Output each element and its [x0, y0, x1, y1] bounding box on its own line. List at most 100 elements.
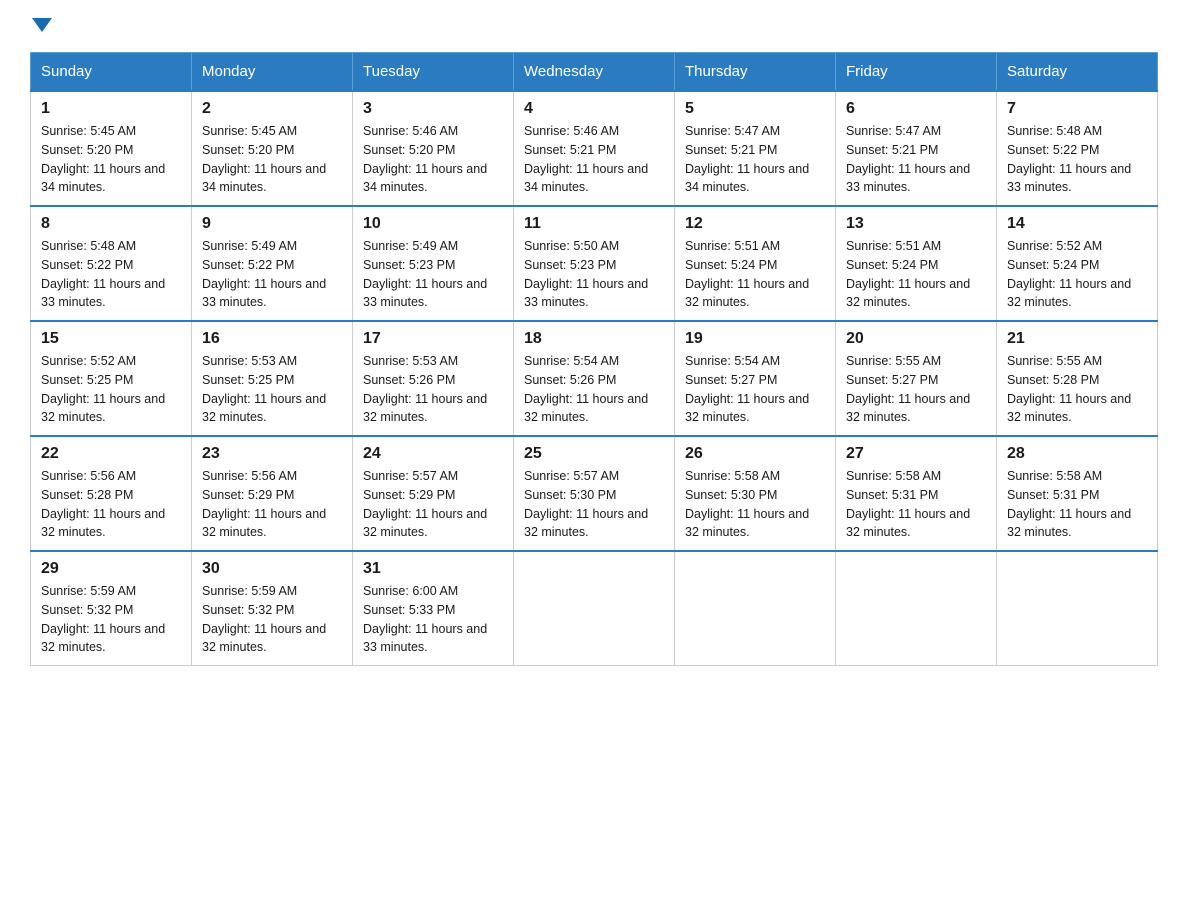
day-info: Sunrise: 5:48 AM Sunset: 5:22 PM Dayligh… [1007, 122, 1147, 197]
day-number: 1 [41, 100, 181, 118]
day-info: Sunrise: 5:57 AM Sunset: 5:30 PM Dayligh… [524, 467, 664, 542]
week-row-1: 1 Sunrise: 5:45 AM Sunset: 5:20 PM Dayli… [31, 91, 1158, 206]
day-info: Sunrise: 5:51 AM Sunset: 5:24 PM Dayligh… [685, 237, 825, 312]
day-info: Sunrise: 5:55 AM Sunset: 5:28 PM Dayligh… [1007, 352, 1147, 427]
week-row-4: 22 Sunrise: 5:56 AM Sunset: 5:28 PM Dayl… [31, 436, 1158, 551]
day-number: 30 [202, 560, 342, 578]
calendar-cell [997, 551, 1158, 666]
week-row-5: 29 Sunrise: 5:59 AM Sunset: 5:32 PM Dayl… [31, 551, 1158, 666]
day-number: 13 [846, 215, 986, 233]
calendar-cell: 4 Sunrise: 5:46 AM Sunset: 5:21 PM Dayli… [514, 91, 675, 206]
page-header [30, 20, 1158, 34]
day-info: Sunrise: 5:54 AM Sunset: 5:26 PM Dayligh… [524, 352, 664, 427]
day-info: Sunrise: 5:52 AM Sunset: 5:24 PM Dayligh… [1007, 237, 1147, 312]
weekday-header-saturday: Saturday [997, 53, 1158, 92]
day-number: 5 [685, 100, 825, 118]
day-info: Sunrise: 5:59 AM Sunset: 5:32 PM Dayligh… [202, 582, 342, 657]
day-number: 3 [363, 100, 503, 118]
day-number: 7 [1007, 100, 1147, 118]
calendar-cell: 9 Sunrise: 5:49 AM Sunset: 5:22 PM Dayli… [192, 206, 353, 321]
day-number: 22 [41, 445, 181, 463]
calendar-cell: 26 Sunrise: 5:58 AM Sunset: 5:30 PM Dayl… [675, 436, 836, 551]
week-row-2: 8 Sunrise: 5:48 AM Sunset: 5:22 PM Dayli… [31, 206, 1158, 321]
calendar-header-row: SundayMondayTuesdayWednesdayThursdayFrid… [31, 53, 1158, 92]
day-info: Sunrise: 5:58 AM Sunset: 5:31 PM Dayligh… [1007, 467, 1147, 542]
calendar-cell: 25 Sunrise: 5:57 AM Sunset: 5:30 PM Dayl… [514, 436, 675, 551]
day-info: Sunrise: 5:59 AM Sunset: 5:32 PM Dayligh… [41, 582, 181, 657]
weekday-header-wednesday: Wednesday [514, 53, 675, 92]
day-number: 20 [846, 330, 986, 348]
day-info: Sunrise: 5:50 AM Sunset: 5:23 PM Dayligh… [524, 237, 664, 312]
calendar-cell [514, 551, 675, 666]
calendar-cell: 6 Sunrise: 5:47 AM Sunset: 5:21 PM Dayli… [836, 91, 997, 206]
calendar-cell: 30 Sunrise: 5:59 AM Sunset: 5:32 PM Dayl… [192, 551, 353, 666]
day-number: 29 [41, 560, 181, 578]
day-info: Sunrise: 5:58 AM Sunset: 5:31 PM Dayligh… [846, 467, 986, 542]
weekday-header-sunday: Sunday [31, 53, 192, 92]
day-number: 19 [685, 330, 825, 348]
week-row-3: 15 Sunrise: 5:52 AM Sunset: 5:25 PM Dayl… [31, 321, 1158, 436]
day-info: Sunrise: 5:52 AM Sunset: 5:25 PM Dayligh… [41, 352, 181, 427]
day-info: Sunrise: 5:51 AM Sunset: 5:24 PM Dayligh… [846, 237, 986, 312]
weekday-header-tuesday: Tuesday [353, 53, 514, 92]
day-number: 11 [524, 215, 664, 233]
calendar-cell: 3 Sunrise: 5:46 AM Sunset: 5:20 PM Dayli… [353, 91, 514, 206]
day-info: Sunrise: 5:45 AM Sunset: 5:20 PM Dayligh… [202, 122, 342, 197]
calendar-cell: 8 Sunrise: 5:48 AM Sunset: 5:22 PM Dayli… [31, 206, 192, 321]
day-info: Sunrise: 5:56 AM Sunset: 5:28 PM Dayligh… [41, 467, 181, 542]
day-number: 18 [524, 330, 664, 348]
day-number: 6 [846, 100, 986, 118]
day-info: Sunrise: 5:45 AM Sunset: 5:20 PM Dayligh… [41, 122, 181, 197]
day-info: Sunrise: 5:54 AM Sunset: 5:27 PM Dayligh… [685, 352, 825, 427]
calendar-cell: 15 Sunrise: 5:52 AM Sunset: 5:25 PM Dayl… [31, 321, 192, 436]
calendar-cell: 24 Sunrise: 5:57 AM Sunset: 5:29 PM Dayl… [353, 436, 514, 551]
calendar-cell: 1 Sunrise: 5:45 AM Sunset: 5:20 PM Dayli… [31, 91, 192, 206]
calendar-cell: 12 Sunrise: 5:51 AM Sunset: 5:24 PM Dayl… [675, 206, 836, 321]
day-number: 27 [846, 445, 986, 463]
day-info: Sunrise: 5:53 AM Sunset: 5:26 PM Dayligh… [363, 352, 503, 427]
calendar-cell: 11 Sunrise: 5:50 AM Sunset: 5:23 PM Dayl… [514, 206, 675, 321]
day-number: 24 [363, 445, 503, 463]
day-number: 16 [202, 330, 342, 348]
day-info: Sunrise: 5:47 AM Sunset: 5:21 PM Dayligh… [846, 122, 986, 197]
calendar-cell: 28 Sunrise: 5:58 AM Sunset: 5:31 PM Dayl… [997, 436, 1158, 551]
calendar-cell: 18 Sunrise: 5:54 AM Sunset: 5:26 PM Dayl… [514, 321, 675, 436]
day-info: Sunrise: 5:58 AM Sunset: 5:30 PM Dayligh… [685, 467, 825, 542]
calendar-cell: 27 Sunrise: 5:58 AM Sunset: 5:31 PM Dayl… [836, 436, 997, 551]
day-number: 21 [1007, 330, 1147, 348]
day-info: Sunrise: 5:48 AM Sunset: 5:22 PM Dayligh… [41, 237, 181, 312]
logo-triangle-icon [32, 18, 52, 32]
calendar-cell: 23 Sunrise: 5:56 AM Sunset: 5:29 PM Dayl… [192, 436, 353, 551]
calendar-cell: 16 Sunrise: 5:53 AM Sunset: 5:25 PM Dayl… [192, 321, 353, 436]
day-number: 26 [685, 445, 825, 463]
calendar-cell [675, 551, 836, 666]
day-info: Sunrise: 5:46 AM Sunset: 5:20 PM Dayligh… [363, 122, 503, 197]
calendar-cell: 5 Sunrise: 5:47 AM Sunset: 5:21 PM Dayli… [675, 91, 836, 206]
day-info: Sunrise: 5:55 AM Sunset: 5:27 PM Dayligh… [846, 352, 986, 427]
day-number: 25 [524, 445, 664, 463]
day-info: Sunrise: 5:46 AM Sunset: 5:21 PM Dayligh… [524, 122, 664, 197]
calendar-cell: 10 Sunrise: 5:49 AM Sunset: 5:23 PM Dayl… [353, 206, 514, 321]
calendar-cell: 14 Sunrise: 5:52 AM Sunset: 5:24 PM Dayl… [997, 206, 1158, 321]
logo [30, 20, 52, 34]
day-number: 15 [41, 330, 181, 348]
day-info: Sunrise: 5:57 AM Sunset: 5:29 PM Dayligh… [363, 467, 503, 542]
calendar-table: SundayMondayTuesdayWednesdayThursdayFrid… [30, 52, 1158, 666]
day-number: 2 [202, 100, 342, 118]
calendar-cell: 21 Sunrise: 5:55 AM Sunset: 5:28 PM Dayl… [997, 321, 1158, 436]
day-number: 28 [1007, 445, 1147, 463]
calendar-cell: 2 Sunrise: 5:45 AM Sunset: 5:20 PM Dayli… [192, 91, 353, 206]
day-number: 8 [41, 215, 181, 233]
weekday-header-thursday: Thursday [675, 53, 836, 92]
day-info: Sunrise: 5:49 AM Sunset: 5:22 PM Dayligh… [202, 237, 342, 312]
weekday-header-friday: Friday [836, 53, 997, 92]
day-number: 14 [1007, 215, 1147, 233]
day-number: 12 [685, 215, 825, 233]
day-number: 10 [363, 215, 503, 233]
calendar-cell: 7 Sunrise: 5:48 AM Sunset: 5:22 PM Dayli… [997, 91, 1158, 206]
calendar-cell: 31 Sunrise: 6:00 AM Sunset: 5:33 PM Dayl… [353, 551, 514, 666]
day-number: 31 [363, 560, 503, 578]
calendar-cell: 22 Sunrise: 5:56 AM Sunset: 5:28 PM Dayl… [31, 436, 192, 551]
day-info: Sunrise: 5:53 AM Sunset: 5:25 PM Dayligh… [202, 352, 342, 427]
day-number: 9 [202, 215, 342, 233]
